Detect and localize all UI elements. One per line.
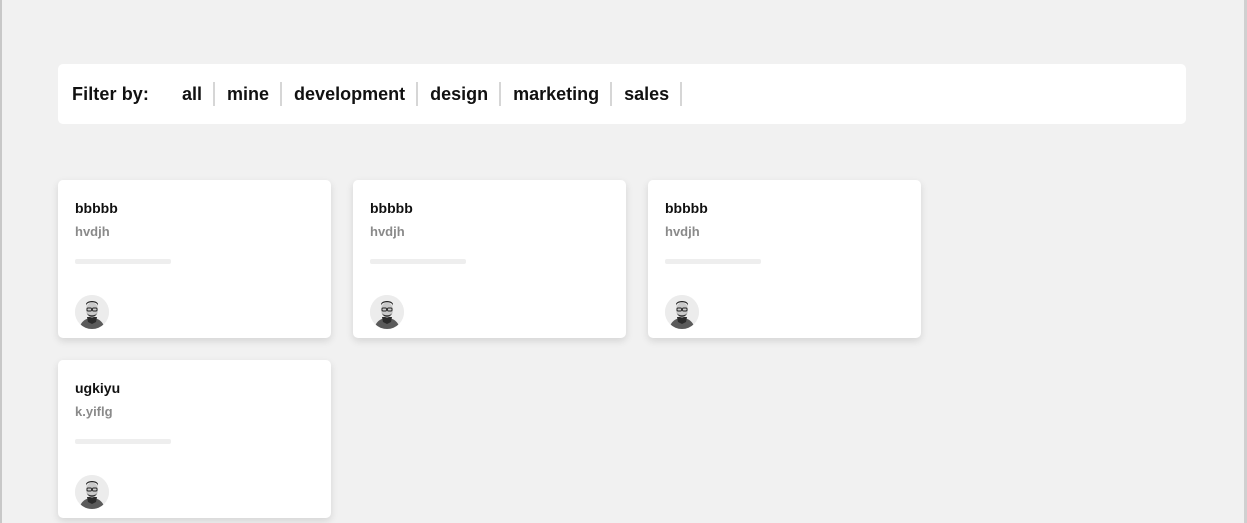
progress-bar <box>665 259 761 264</box>
user-avatar-icon[interactable] <box>75 475 109 509</box>
card-title: bbbbb <box>75 200 118 216</box>
user-avatar-icon[interactable] <box>665 295 699 329</box>
project-card[interactable]: bbbbb hvdjh <box>58 180 331 338</box>
filter-bar: Filter by: all mine development design m… <box>58 64 1186 124</box>
filter-option-sales[interactable]: sales <box>612 82 683 106</box>
project-card[interactable]: ugkiyu k.yiflg <box>58 360 331 518</box>
card-subtitle: hvdjh <box>665 224 700 239</box>
filter-label: Filter by: <box>72 83 150 104</box>
user-avatar-icon[interactable] <box>75 295 109 329</box>
filter-option-development[interactable]: development <box>282 82 419 106</box>
filter-option-all[interactable]: all <box>170 82 216 106</box>
card-title: ugkiyu <box>75 380 121 396</box>
progress-bar <box>75 439 171 444</box>
filter-option-marketing[interactable]: marketing <box>501 82 613 106</box>
window-left-border <box>0 0 2 523</box>
card-title: bbbbb <box>370 200 413 216</box>
project-card[interactable]: bbbbb hvdjh <box>648 180 921 338</box>
project-card[interactable]: bbbbb hvdjh <box>353 180 626 338</box>
card-subtitle: hvdjh <box>75 224 110 239</box>
filter-option-mine[interactable]: mine <box>215 82 283 106</box>
progress-bar <box>370 259 466 264</box>
user-avatar-icon[interactable] <box>370 295 404 329</box>
card-subtitle: k.yiflg <box>75 404 113 419</box>
filter-options: all mine development design marketing sa… <box>170 82 683 106</box>
progress-bar <box>75 259 171 264</box>
filter-option-design[interactable]: design <box>418 82 502 106</box>
card-title: bbbbb <box>665 200 708 216</box>
card-subtitle: hvdjh <box>370 224 405 239</box>
